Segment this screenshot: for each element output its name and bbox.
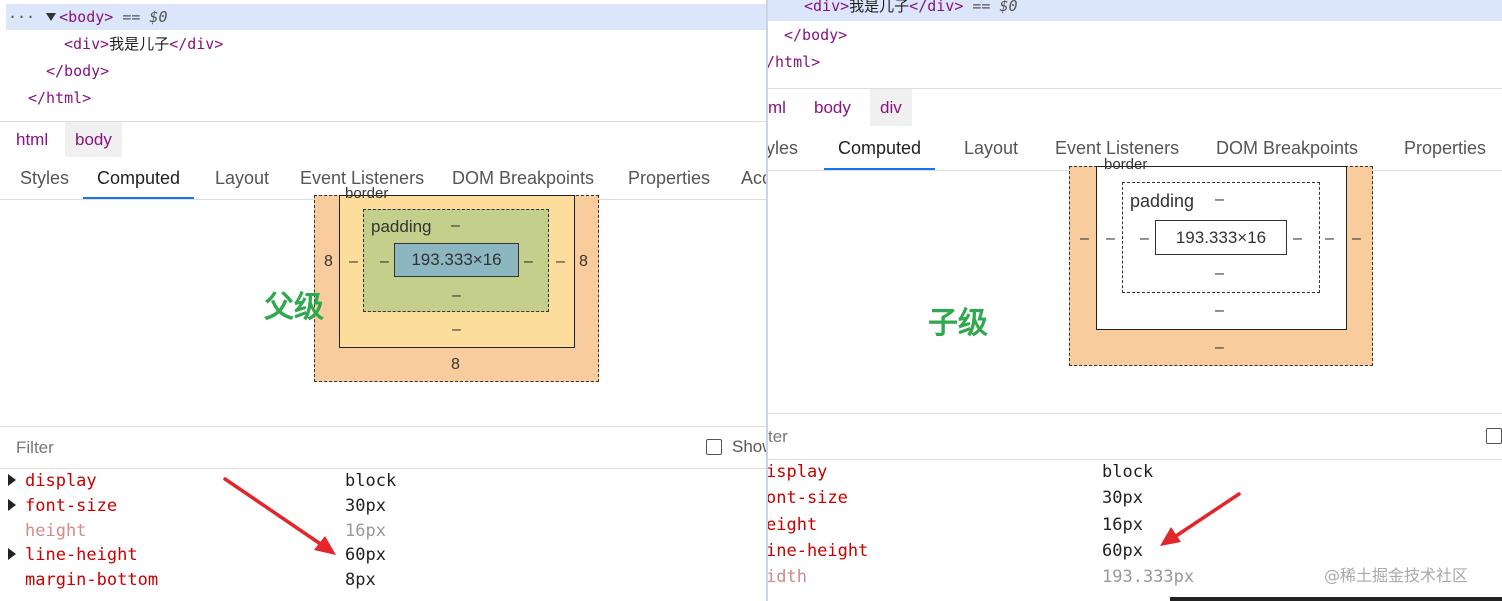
red-arrow-left [223, 477, 336, 555]
right-devtools-panel: <div>我是儿子</div> == $0 </body> /html> ml … [768, 0, 1502, 601]
bottom-edge-bar [1170, 597, 1502, 601]
red-arrow-right [1160, 492, 1241, 546]
left-devtools-panel: ··· <body> == $0 <div>我是儿子</div> </body>… [0, 0, 768, 601]
